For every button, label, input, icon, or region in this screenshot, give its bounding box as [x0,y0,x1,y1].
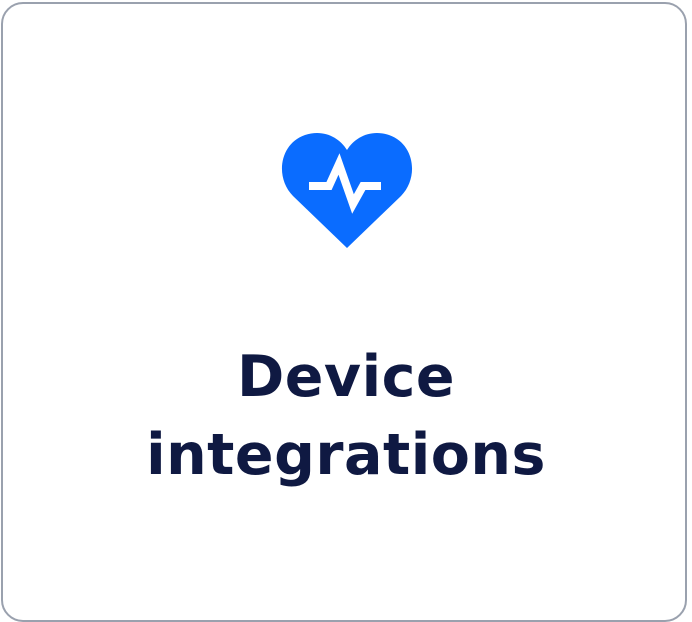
device-integrations-card[interactable]: Device integrations [1,2,687,622]
card-title: Device integrations [3,338,689,494]
card-title-line-1: Device [236,344,456,410]
card-title-line-2: integrations [146,422,546,488]
heart-pulse-icon [281,130,413,250]
